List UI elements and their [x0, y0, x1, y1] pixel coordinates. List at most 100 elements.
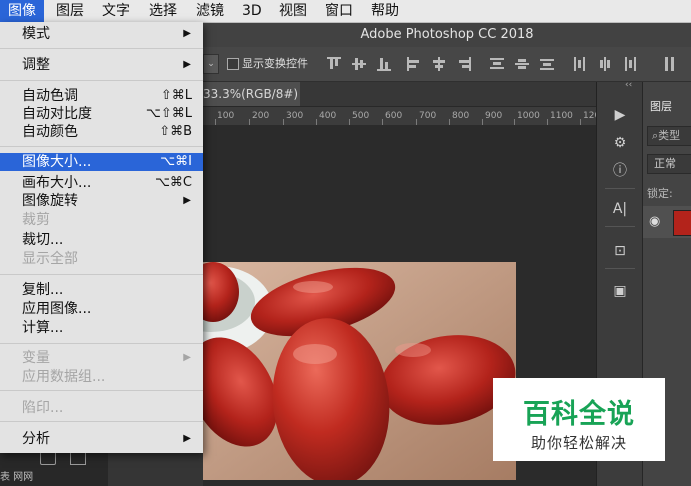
menu-item-crop: 裁剪 [22, 212, 50, 228]
menubar-item-image[interactable]: 图像 [0, 0, 44, 22]
menu-item-auto-contrast[interactable]: 自动对比度 ⌥⇧⌘L [0, 105, 203, 123]
watermark-title: 百科全说 [523, 399, 635, 430]
ruler-tick: 300 [286, 111, 304, 121]
submenu-arrow-icon: ▶ [183, 28, 191, 39]
menu-separator [0, 274, 203, 275]
blend-mode-select[interactable]: 正常 [647, 154, 691, 174]
red-dates-photo [203, 262, 516, 480]
tab-layers[interactable]: 图层 [650, 98, 672, 114]
ruler-tick: 1000 [517, 111, 540, 121]
submenu-arrow-icon: ▶ [183, 433, 191, 444]
menu-item-trap: 陷印... [22, 400, 64, 416]
show-transform-checkbox[interactable] [227, 58, 239, 70]
tab-row-background [300, 82, 596, 106]
options-bar: ⌄ 显示变换控件 [203, 47, 691, 82]
menu-separator [0, 421, 203, 422]
auto-align-icon[interactable] [663, 57, 677, 71]
align-right-icon[interactable] [457, 57, 471, 71]
divider [605, 268, 635, 269]
menu-separator [0, 80, 203, 81]
align-top-icon[interactable] [327, 57, 341, 71]
tool-preset-dropdown[interactable]: ⌄ [203, 54, 219, 74]
menubar-item-window[interactable]: 窗口 [325, 0, 353, 22]
distribute-top-icon[interactable] [490, 57, 504, 71]
menu-item-canvas-size[interactable]: 画布大小... ⌥⌘C [0, 174, 203, 192]
screen-mode-icon[interactable] [70, 451, 86, 465]
layer-thumbnail [673, 210, 691, 236]
menu-item-auto-tone[interactable]: 自动色调 ⇧⌘L [0, 87, 203, 105]
menu-item-mode[interactable]: 模式 ▶ [0, 25, 203, 43]
collapse-panels-icon[interactable]: ‹‹ [625, 80, 632, 90]
quick-mask-icon[interactable] [40, 451, 56, 465]
menu-item-apply-image[interactable]: 应用图像... [0, 300, 203, 318]
menubar-item-help[interactable]: 帮助 [371, 0, 399, 22]
watermark-subtitle: 助你轻松解决 [530, 434, 627, 452]
menu-separator [0, 343, 203, 344]
ruler-tick: 200 [252, 111, 270, 121]
layer-search-field[interactable]: ⌕类型 [647, 126, 691, 146]
distribute-right-icon[interactable] [623, 57, 637, 71]
window-title: Adobe Photoshop CC 2018 [360, 27, 534, 42]
ruler-tick: 700 [419, 111, 437, 121]
menubar-item-layer[interactable]: 图层 [56, 0, 84, 22]
menubar-item-filter[interactable]: 滤镜 [196, 0, 224, 22]
menu-separator [0, 48, 203, 49]
watermark-logo: 百科全说 助你轻松解决 [493, 378, 665, 461]
ruler-tick: 100 [217, 111, 235, 121]
distribute-hcenter-icon[interactable] [598, 57, 612, 71]
distribute-bottom-icon[interactable] [540, 57, 554, 71]
align-bottom-icon[interactable] [377, 57, 391, 71]
menu-item-image-size[interactable]: 图像大小... ⌥⌘I [0, 153, 203, 171]
divider [605, 188, 635, 189]
menu-item-adjustments[interactable]: 调整 ▶ [0, 56, 203, 74]
horizontal-ruler: 100 200 300 400 500 600 700 800 900 1000… [203, 107, 606, 125]
document-tab[interactable]: 33.3%(RGB/8#) [203, 82, 300, 106]
corner-text: 表 网网 [0, 472, 34, 483]
menubar-item-select[interactable]: 选择 [149, 0, 177, 22]
menu-item-image-rotation[interactable]: 图像旋转 ▶ [0, 192, 203, 210]
chevron-down-icon: ⌄ [207, 59, 215, 69]
lock-label: 锁定: [647, 187, 673, 200]
menubar-item-view[interactable]: 视图 [279, 0, 307, 22]
menu-item-analysis[interactable]: 分析 ▶ [0, 430, 203, 448]
menu-item-apply-data-set: 应用数据组... [22, 369, 106, 385]
ruler-tick: 1100 [550, 111, 573, 121]
menubar-item-type[interactable]: 文字 [102, 0, 130, 22]
document-tab-label: 33.3%(RGB/8#) [203, 87, 299, 101]
play-icon[interactable]: ▶ [611, 106, 629, 124]
divider [605, 226, 635, 227]
menu-separator [0, 390, 203, 391]
ruler-tick: 900 [485, 111, 503, 121]
crop-icon[interactable]: ⊡ [611, 242, 629, 260]
puzzle-icon[interactable]: ⚙ [611, 134, 629, 152]
menu-separator [0, 146, 203, 147]
properties-icon[interactable]: ▣ [611, 282, 629, 300]
distribute-left-icon[interactable] [573, 57, 587, 71]
align-vcenter-icon[interactable] [352, 57, 366, 71]
menu-item-auto-color[interactable]: 自动颜色 ⇧⌘B [0, 123, 203, 141]
menu-item-duplicate[interactable]: 复制... [0, 281, 203, 299]
menu-item-calculations[interactable]: 计算... [0, 319, 203, 337]
menubar-item-3d[interactable]: 3D [242, 0, 262, 22]
character-icon[interactable]: A| [611, 200, 629, 218]
submenu-arrow-icon: ▶ [183, 352, 191, 363]
align-left-icon[interactable] [407, 57, 421, 71]
app-titlebar: Adobe Photoshop CC 2018 [203, 23, 691, 47]
info-icon[interactable]: ⓘ [611, 162, 629, 180]
submenu-arrow-icon: ▶ [183, 195, 191, 206]
ruler-tick: 500 [352, 111, 370, 121]
layer-row[interactable]: ◉ [643, 206, 691, 238]
ruler-tick: 800 [452, 111, 470, 121]
ruler-tick: 600 [385, 111, 403, 121]
menu-item-trim[interactable]: 裁切... [0, 231, 203, 249]
submenu-arrow-icon: ▶ [183, 59, 191, 70]
blend-mode-value: 正常 [654, 157, 676, 170]
mac-menubar: 图像 图层 文字 选择 滤镜 3D 视图 窗口 帮助 [0, 0, 691, 23]
layer-search-placeholder: 类型 [658, 129, 681, 142]
visibility-eye-icon[interactable]: ◉ [649, 214, 660, 229]
menu-item-reveal-all: 显示全部 [22, 251, 78, 267]
show-transform-label: 显示变换控件 [242, 57, 308, 70]
document-image-red-dates[interactable] [203, 262, 516, 480]
align-hcenter-icon[interactable] [432, 57, 446, 71]
distribute-vcenter-icon[interactable] [515, 57, 529, 71]
